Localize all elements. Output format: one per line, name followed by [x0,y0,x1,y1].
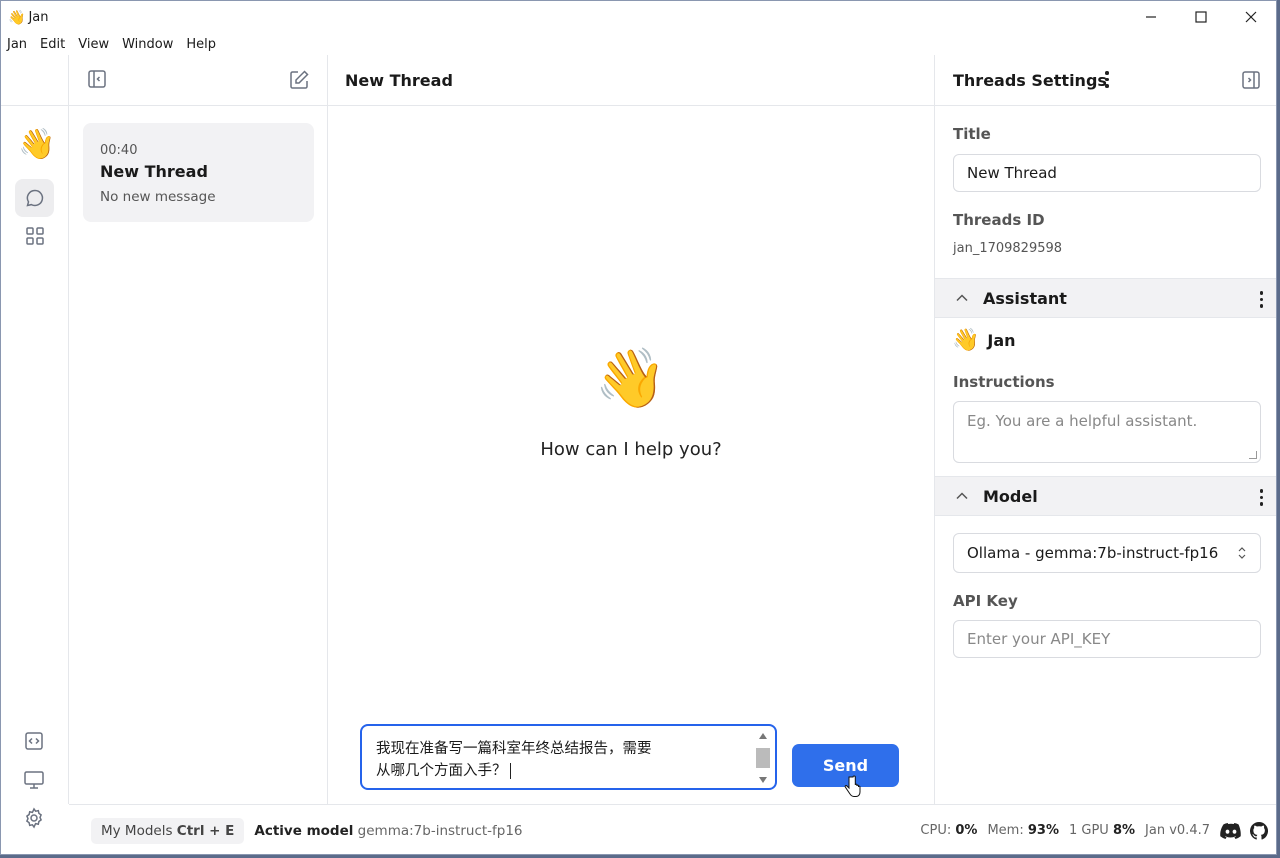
close-icon [1245,11,1257,23]
scroll-thumb[interactable] [756,748,770,768]
api-key-input[interactable]: Enter your API_KEY [953,620,1261,658]
more-vertical-icon [1105,71,1109,88]
gear-icon [25,807,43,829]
grid-icon [25,227,44,245]
thread-sidebar: 00:40 New Thread No new message [69,55,328,804]
wave-icon: 👋 [594,346,668,411]
menu-edit[interactable]: Edit [33,37,71,52]
sidebar-toolbar [69,55,327,105]
nav-system-monitor[interactable] [23,769,47,793]
chevron-up-icon [956,492,968,500]
edit-icon [290,70,309,89]
settings-panel: Threads Settings Title New Thread Thread… [934,55,1276,804]
nav-local-api[interactable] [23,730,47,754]
close-button[interactable] [1226,1,1276,33]
model-section-header[interactable]: Model [935,476,1276,516]
github-icon[interactable] [1250,821,1268,840]
panel-right-icon [1242,71,1260,89]
greeting-text: How can I help you? [540,439,722,460]
instructions-label: Instructions [953,373,1055,391]
thread-title-input[interactable]: New Thread [953,154,1261,192]
app-logo-icon: 👋 [8,8,26,25]
active-model-label: Active model [254,822,354,839]
cpu-stat: CPU: 0% [920,823,978,838]
active-model: Active model gemma:7b-instruct-fp16 [254,823,522,839]
thread-title: New Thread [100,162,208,181]
menu-jan[interactable]: Jan [1,37,33,52]
thread-id-label: Threads ID [953,211,1045,229]
maximize-icon [1195,11,1207,23]
scroll-down-icon[interactable] [759,777,767,783]
app-version: Jan v0.4.7 [1145,823,1210,838]
my-models-label: My Models [101,822,173,839]
title-label: Title [953,125,991,143]
menu-window[interactable]: Window [115,37,179,52]
jan-logo-icon: 👋 [18,128,56,161]
window-controls [1126,1,1276,33]
thread-preview: No new message [100,189,216,205]
active-model-value: gemma:7b-instruct-fp16 [357,822,523,839]
text-caret [509,763,516,779]
thread-header-title: New Thread [345,71,453,90]
maximize-button[interactable] [1176,1,1226,33]
chat-area: New Thread 👋 How can I help you? 我现在准备写一… [328,55,934,804]
chevron-up-icon [956,294,968,302]
menu-help[interactable]: Help [179,37,222,52]
gpu-stat: 1 GPU 8% [1068,823,1136,838]
title-bar: 👋 Jan [1,1,1276,33]
code-icon [25,732,43,750]
nav-chat[interactable] [15,179,54,217]
model-menu-button[interactable] [1259,489,1263,506]
thread-id-value: jan_1709829598 [953,241,1063,256]
app-window: 👋 Jan Jan Edit View Window Help 👋 00:40 … [0,0,1277,855]
thread-time: 00:40 [100,143,138,158]
status-bar: My Models Ctrl + E Active model gemma:7b… [69,804,1276,854]
assistant-menu-button[interactable] [1259,291,1263,308]
message-input-line-1: 我现在准备写一篇科室年终总结报告，需要 [376,741,652,757]
message-input[interactable]: 我现在准备写一篇科室年终总结报告，需要 从哪几个方面入手？ [360,724,777,790]
message-input-line-2: 从哪几个方面入手？ [376,763,507,779]
assistant-section-header[interactable]: Assistant [935,278,1276,318]
instructions-textarea[interactable]: Eg. You are a helpful assistant. [953,401,1261,463]
collapse-right-panel-button[interactable] [1241,70,1261,93]
mem-stat: Mem: 93% [987,823,1059,838]
resize-handle-icon[interactable] [1249,451,1257,459]
nav-hub[interactable] [15,217,54,255]
panel-left-icon [88,70,106,88]
model-select-value: Ollama - gemma:7b-instruct-fp16 [967,544,1219,562]
model-section-title: Model [983,486,1038,506]
window-title: Jan [28,9,49,25]
my-models-shortcut: Ctrl + E [176,822,235,839]
more-vertical-icon [1259,291,1263,308]
nav-rail: 👋 [1,55,69,829]
instructions-placeholder: Eg. You are a helpful assistant. [967,412,1198,430]
input-scrollbar[interactable] [755,730,771,785]
settings-title: Threads Settings [953,71,1107,90]
assistant-section-title: Assistant [983,288,1067,308]
assistant-row: 👋 Jan [952,327,1016,353]
discord-icon[interactable] [1220,822,1242,839]
nav-settings[interactable] [23,807,47,831]
collapse-sidebar-button[interactable] [87,69,107,92]
monitor-icon [24,771,44,789]
chevron-up-down-icon [1238,547,1246,559]
social-links [1220,821,1268,840]
new-thread-button[interactable] [288,69,310,94]
more-vertical-icon [1259,489,1263,506]
chat-bubble-icon [25,189,43,207]
minimize-button[interactable] [1126,1,1176,33]
api-key-label: API Key [953,592,1018,610]
model-select[interactable]: Ollama - gemma:7b-instruct-fp16 [953,533,1261,573]
my-models-button[interactable]: My Models Ctrl + E [91,817,245,844]
menu-view[interactable]: View [71,37,115,52]
assistant-avatar-icon: 👋 [952,327,980,352]
system-stats: CPU: 0% Mem: 93% 1 GPU 8% Jan v0.4.7 [920,821,1276,840]
scroll-up-icon[interactable] [759,733,767,739]
hand-cursor-icon [844,775,861,797]
assistant-name: Jan [987,330,1016,350]
thread-list-item[interactable]: 00:40 New Thread No new message [83,123,314,222]
minimize-icon [1146,16,1156,18]
settings-menu-button[interactable] [1105,71,1109,88]
menu-bar: Jan Edit View Window Help [1,33,222,55]
